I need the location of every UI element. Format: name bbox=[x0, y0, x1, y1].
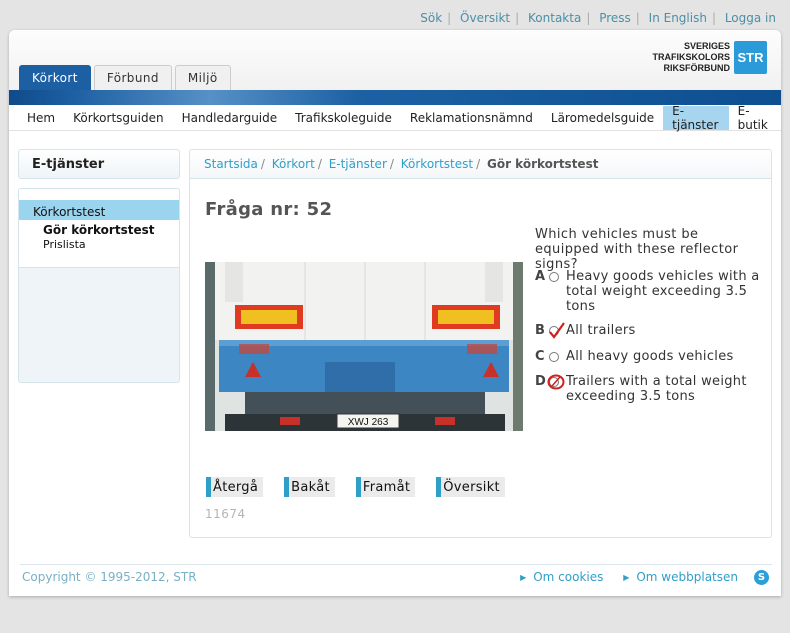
overview-label: Översikt bbox=[443, 479, 500, 495]
press-link[interactable]: Press bbox=[599, 11, 631, 25]
section-tabs: Körkort Förbund Miljö bbox=[19, 65, 234, 90]
back-to-start-button[interactable]: Återgå bbox=[206, 477, 264, 497]
overview-button[interactable]: Översikt bbox=[436, 477, 505, 497]
breadcrumb-korkort[interactable]: Körkort bbox=[272, 157, 315, 171]
sidebar-item-prislista[interactable]: Prislista bbox=[19, 237, 179, 251]
answer-d[interactable]: D Trailers with a total weight exceeding… bbox=[535, 374, 765, 404]
tab-korkort[interactable]: Körkort bbox=[19, 65, 91, 90]
nav-korkortsguiden[interactable]: Körkortsguiden bbox=[64, 106, 172, 130]
sidebar-title: E-tjänster bbox=[18, 149, 180, 179]
nav-reklamationsnamnd[interactable]: Reklamationsnämnd bbox=[401, 106, 542, 130]
answer-c-radio[interactable] bbox=[549, 352, 559, 362]
question-text: Which vehicles must be equipped with the… bbox=[535, 227, 739, 272]
answer-a-radio[interactable] bbox=[549, 272, 559, 282]
nav-laromedelsguide[interactable]: Läromedelsguide bbox=[542, 106, 663, 130]
cookies-link[interactable]: ▶ Om cookies bbox=[520, 570, 603, 584]
main-content: Startsida / Körkort / E-tjänster / Körkorts… bbox=[189, 149, 772, 538]
logo-line-1: SVERIGES bbox=[683, 41, 730, 51]
answer-a-letter: A bbox=[535, 269, 546, 284]
check-mark-icon bbox=[549, 322, 565, 339]
main-nav: Hem Körkortsguiden Handledarguide Trafik… bbox=[9, 104, 781, 132]
login-link[interactable]: Logga in bbox=[725, 11, 776, 25]
sidebar-item-korkortstest[interactable]: Körkortstest bbox=[19, 200, 179, 220]
top-links: Sök | Översikt | Kontakta | Press | In Engli… bbox=[420, 11, 776, 25]
str-logo[interactable]: SVERIGES TRAFIKSKOLORS RIKSFÖRBUND STR bbox=[653, 41, 767, 74]
answer-d-letter: D bbox=[535, 374, 547, 389]
footer: Copyright © 1995-2012, STR ▶ Om cookies ▶… bbox=[20, 564, 772, 596]
answer-a-text: Heavy goods vehicles with a total weight… bbox=[566, 269, 760, 314]
answer-d-radio[interactable] bbox=[547, 374, 565, 390]
circle-mark-icon bbox=[547, 374, 565, 390]
breadcrumb-korkortstest[interactable]: Körkortstest bbox=[401, 157, 473, 171]
english-link[interactable]: In English bbox=[649, 11, 707, 25]
logo-mark: STR bbox=[734, 41, 767, 74]
nav-e-tjanster[interactable]: E-tjänster bbox=[663, 104, 729, 132]
answer-a[interactable]: A Heavy goods vehicles with a total weig… bbox=[535, 269, 765, 314]
breadcrumb: Startsida / Körkort / E-tjänster / Körkorts… bbox=[190, 150, 771, 179]
about-site-label: Om webbplatsen bbox=[636, 570, 738, 584]
blue-bar bbox=[9, 90, 781, 105]
skype-icon[interactable]: S bbox=[754, 570, 769, 585]
answer-b-text: All trailers bbox=[566, 323, 636, 338]
answer-c-text: All heavy goods vehicles bbox=[566, 349, 734, 364]
tab-forbund[interactable]: Förbund bbox=[93, 65, 172, 90]
logo-line-2: TRAFIKSKOLORS bbox=[652, 52, 731, 62]
next-button[interactable]: Framåt bbox=[355, 477, 416, 497]
license-plate: XWJ 263 bbox=[348, 417, 389, 428]
about-site-link[interactable]: ▶ Om webbplatsen bbox=[623, 570, 738, 584]
breadcrumb-e-tjanster[interactable]: E-tjänster bbox=[329, 157, 387, 171]
overview-link[interactable]: Översikt bbox=[460, 11, 510, 25]
nav-trafikskoleguide[interactable]: Trafikskoleguide bbox=[286, 106, 401, 130]
question-buttons: Återgå Bakåt Framåt Översikt bbox=[206, 477, 526, 497]
logo-line-3: RIKSFÖRBUND bbox=[663, 63, 731, 73]
previous-button[interactable]: Bakåt bbox=[284, 477, 335, 497]
previous-label: Bakåt bbox=[291, 479, 330, 495]
arrow-icon: ▶ bbox=[623, 573, 630, 582]
question-code: 11674 bbox=[205, 507, 246, 521]
answer-b-letter: B bbox=[535, 323, 546, 338]
answer-c-letter: C bbox=[535, 349, 545, 364]
nav-e-butik[interactable]: E-butik bbox=[729, 104, 781, 132]
answer-b[interactable]: B All trailers bbox=[535, 322, 765, 339]
answer-d-text: Trailers with a total weight exceeding 3… bbox=[566, 374, 747, 404]
answer-b-radio[interactable] bbox=[549, 322, 565, 339]
logo-text: SVERIGES TRAFIKSKOLORS RIKSFÖRBUND bbox=[653, 41, 731, 74]
footer-links: ▶ Om cookies ▶ Om webbplatsen bbox=[504, 570, 738, 584]
page-container: SVERIGES TRAFIKSKOLORS RIKSFÖRBUND STR K… bbox=[9, 30, 781, 596]
copyright-text: Copyright © 1995-2012, STR bbox=[22, 570, 197, 584]
question-photo: XWJ 263 bbox=[205, 262, 523, 431]
cookies-label: Om cookies bbox=[533, 570, 604, 584]
search-link[interactable]: Sök bbox=[420, 11, 442, 25]
arrow-icon: ▶ bbox=[520, 573, 527, 582]
nav-hem[interactable]: Hem bbox=[18, 106, 64, 130]
answer-c[interactable]: C All heavy goods vehicles bbox=[535, 349, 765, 364]
sidebar-item-gor-korkortstest[interactable]: Gör körkortstest bbox=[19, 220, 179, 237]
next-label: Framåt bbox=[362, 479, 411, 495]
tab-miljo[interactable]: Miljö bbox=[174, 65, 231, 90]
back-to-start-label: Återgå bbox=[213, 479, 259, 495]
breadcrumb-startsida[interactable]: Startsida bbox=[204, 157, 258, 171]
question-title: Fråga nr: 52 bbox=[205, 199, 333, 220]
breadcrumb-current: Gör körkortstest bbox=[486, 157, 599, 171]
sidebar-menu: Körkortstest Gör körkortstest Prislista bbox=[18, 188, 180, 383]
contact-link[interactable]: Kontakta bbox=[528, 11, 581, 25]
nav-handledarguide[interactable]: Handledarguide bbox=[173, 106, 287, 130]
header: SVERIGES TRAFIKSKOLORS RIKSFÖRBUND STR K… bbox=[9, 30, 781, 90]
